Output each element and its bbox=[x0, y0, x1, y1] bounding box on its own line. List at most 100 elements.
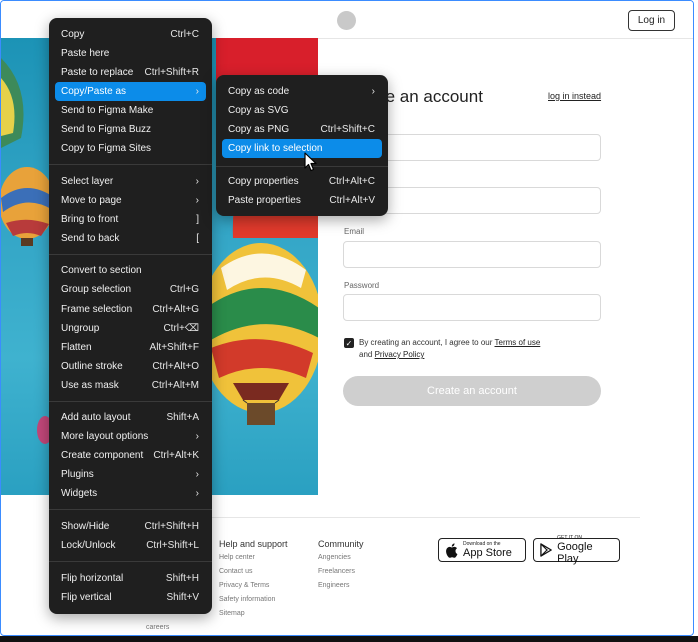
menu-item-shortcut: Shift+V bbox=[166, 592, 199, 603]
menu-item-label: Copy properties bbox=[228, 176, 299, 187]
menu-item-flatten[interactable]: Flatten Alt+Shift+F bbox=[55, 338, 206, 357]
submenu-item-copy-as-png[interactable]: Copy as PNG Ctrl+Shift+C bbox=[222, 120, 382, 139]
submenu-item-copy-properties[interactable]: Copy properties Ctrl+Alt+C bbox=[222, 172, 382, 191]
login-button[interactable]: Log in bbox=[628, 10, 675, 31]
email-field[interactable] bbox=[343, 241, 601, 268]
menu-separator bbox=[49, 254, 212, 255]
menu-item-copy-paste-as[interactable]: Copy/Paste as › bbox=[55, 82, 206, 101]
submenu-item-copy-as-svg[interactable]: Copy as SVG bbox=[222, 101, 382, 120]
menu-item-label: Select layer bbox=[61, 176, 114, 187]
menu-item-label: Use as mask bbox=[61, 380, 119, 391]
menu-item-move-to-page[interactable]: Move to page › bbox=[55, 191, 206, 210]
chevron-right-icon: › bbox=[371, 86, 375, 97]
menu-item-widgets[interactable]: Widgets › bbox=[55, 484, 206, 503]
mouse-cursor-icon bbox=[304, 152, 317, 172]
footer-link[interactable]: Help center bbox=[219, 554, 255, 561]
menu-item-label: Send to back bbox=[61, 233, 120, 244]
footer-link[interactable]: Engineers bbox=[318, 582, 350, 589]
menu-item-ungroup[interactable]: Ungroup Ctrl+⌫ bbox=[55, 319, 206, 338]
menu-item-shortcut: Ctrl+Shift+R bbox=[144, 67, 199, 78]
app-store-badge[interactable]: Download on the App Store bbox=[438, 538, 526, 562]
menu-item-lock-unlock[interactable]: Lock/Unlock Ctrl+Shift+L bbox=[55, 536, 206, 555]
menu-item-label: Copy as SVG bbox=[228, 105, 289, 116]
menu-item-copy[interactable]: Copy Ctrl+C bbox=[55, 25, 206, 44]
menu-item-convert-to-section[interactable]: Convert to section bbox=[55, 261, 206, 280]
menu-item-label: More layout options bbox=[61, 431, 149, 442]
terms-link[interactable]: Terms of use bbox=[495, 338, 541, 347]
menu-item-shortcut: Ctrl+Alt+K bbox=[153, 450, 199, 461]
menu-item-label: Copy/Paste as bbox=[61, 86, 127, 97]
menu-item-more-layout-options[interactable]: More layout options › bbox=[55, 427, 206, 446]
menu-item-flip-horizontal[interactable]: Flip horizontal Shift+H bbox=[55, 569, 206, 588]
menu-item-copy-to-figma-sites[interactable]: Copy to Figma Sites bbox=[55, 139, 206, 158]
logo-placeholder-icon[interactable] bbox=[337, 11, 356, 30]
menu-item-shortcut: Ctrl+Shift+L bbox=[146, 540, 199, 551]
menu-item-shortcut: Ctrl+Alt+G bbox=[152, 304, 199, 315]
menu-item-shortcut: Ctrl+Alt+C bbox=[328, 176, 375, 187]
menu-item-label: Lock/Unlock bbox=[61, 540, 116, 551]
menu-item-paste-here[interactable]: Paste here bbox=[55, 44, 206, 63]
submenu-item-paste-properties[interactable]: Paste properties Ctrl+Alt+V bbox=[222, 191, 382, 210]
menu-item-label: Paste properties bbox=[228, 195, 301, 206]
menu-item-add-auto-layout[interactable]: Add auto layout Shift+A bbox=[55, 408, 206, 427]
chevron-right-icon: › bbox=[195, 469, 199, 480]
apple-icon bbox=[446, 542, 458, 558]
footer-link[interactable]: Freelancers bbox=[318, 568, 355, 575]
menu-item-label: Ungroup bbox=[61, 323, 100, 334]
menu-item-create-component[interactable]: Create component Ctrl+Alt+K bbox=[55, 446, 206, 465]
submenu-item-copy-link-to-selection[interactable]: Copy link to selection bbox=[222, 139, 382, 158]
menu-item-label: Copy as PNG bbox=[228, 124, 290, 135]
menu-item-send-to-back[interactable]: Send to back [ bbox=[55, 229, 206, 248]
menu-item-shortcut: Alt+Shift+F bbox=[149, 342, 199, 353]
footer-help-title: Help and support bbox=[219, 539, 288, 549]
menu-item-shortcut: Ctrl+Alt+M bbox=[151, 380, 199, 391]
menu-item-shortcut: Ctrl+Alt+V bbox=[329, 195, 375, 206]
menu-item-label: Add auto layout bbox=[61, 412, 131, 423]
menu-item-frame-selection[interactable]: Frame selection Ctrl+Alt+G bbox=[55, 300, 206, 319]
menu-item-label: Outline stroke bbox=[61, 361, 123, 372]
menu-item-paste-to-replace[interactable]: Paste to replace Ctrl+Shift+R bbox=[55, 63, 206, 82]
menu-item-bring-to-front[interactable]: Bring to front] bbox=[55, 210, 206, 229]
menu-item-flip-vertical[interactable]: Flip vertical Shift+V bbox=[55, 588, 206, 607]
app-store-text: App Store bbox=[463, 547, 512, 559]
menu-separator bbox=[49, 509, 212, 510]
footer-link-careers[interactable]: careers bbox=[146, 624, 169, 631]
menu-item-label: Move to page bbox=[61, 195, 122, 206]
footer-link[interactable]: Safety information bbox=[219, 596, 275, 603]
chevron-right-icon: › bbox=[195, 195, 199, 206]
footer-divider bbox=[146, 517, 640, 518]
menu-item-show-hide[interactable]: Show/Hide Ctrl+Shift+H bbox=[55, 517, 206, 536]
chevron-right-icon: › bbox=[195, 86, 199, 97]
menu-item-shortcut: Ctrl+Alt+O bbox=[152, 361, 199, 372]
create-account-button[interactable]: Create an account bbox=[343, 376, 601, 406]
menu-item-shortcut: Shift+A bbox=[166, 412, 199, 423]
google-play-badge[interactable]: GET IT ON Google Play bbox=[533, 535, 620, 565]
consent-prefix: By creating an account, I agree to our bbox=[359, 338, 493, 347]
menu-item-label: Copy as code bbox=[228, 86, 290, 97]
menu-item-shortcut: [ bbox=[196, 233, 199, 244]
login-instead-link[interactable]: log in instead bbox=[548, 91, 601, 101]
footer-link[interactable]: Privacy & Terms bbox=[219, 582, 269, 589]
menu-item-send-to-figma-buzz[interactable]: Send to Figma Buzz bbox=[55, 120, 206, 139]
context-menu: Copy Ctrl+C Paste here Paste to replace Ct… bbox=[49, 18, 212, 614]
menu-item-label: Copy to Figma Sites bbox=[61, 143, 152, 154]
menu-item-outline-stroke[interactable]: Outline stroke Ctrl+Alt+O bbox=[55, 357, 206, 376]
footer-link[interactable]: Sitemap bbox=[219, 610, 245, 617]
menu-item-select-layer[interactable]: Select layer › bbox=[55, 172, 206, 191]
menu-item-group-selection[interactable]: Group selection Ctrl+G bbox=[55, 280, 206, 299]
menu-item-label: Frame selection bbox=[61, 304, 133, 315]
menu-item-label: Show/Hide bbox=[61, 521, 110, 532]
menu-separator bbox=[49, 164, 212, 165]
privacy-link[interactable]: Privacy Policy bbox=[375, 350, 425, 359]
menu-item-use-as-mask[interactable]: Use as mask Ctrl+Alt+M bbox=[55, 376, 206, 395]
menu-item-shortcut: Ctrl+Shift+H bbox=[144, 521, 199, 532]
menu-item-label: Bring to front bbox=[61, 214, 119, 225]
consent-text: By creating an account, I agree to our T… bbox=[359, 337, 579, 361]
footer-link[interactable]: Contact us bbox=[219, 568, 252, 575]
menu-item-send-to-figma-make[interactable]: Send to Figma Make bbox=[55, 101, 206, 120]
password-field[interactable] bbox=[343, 294, 601, 321]
menu-item-plugins[interactable]: Plugins › bbox=[55, 465, 206, 484]
submenu-item-copy-as-code[interactable]: Copy as code › bbox=[222, 82, 382, 101]
footer-link[interactable]: Angencies bbox=[318, 554, 351, 561]
terms-checkbox[interactable]: ✓ bbox=[344, 338, 354, 348]
